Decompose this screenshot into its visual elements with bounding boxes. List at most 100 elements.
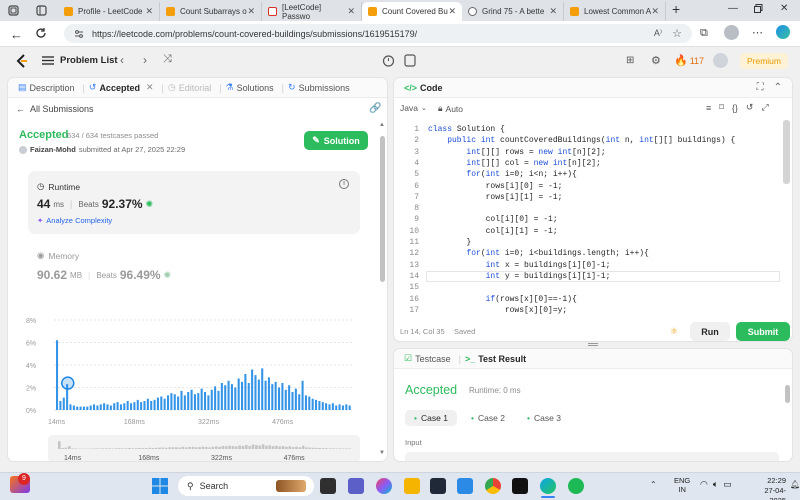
tray-overflow-icon[interactable]: ⌃ — [650, 480, 657, 489]
profile-avatar[interactable] — [724, 25, 739, 40]
read-aloud-icon[interactable]: A⁾ — [654, 28, 662, 39]
spotify-icon[interactable] — [568, 478, 584, 494]
format-icon[interactable]: ≡ — [706, 103, 711, 113]
new-tab-icon[interactable]: + — [672, 1, 680, 17]
notes-icon[interactable] — [404, 54, 416, 67]
close-tab-icon[interactable]: ✕ — [247, 6, 255, 17]
case-2-tab[interactable]: • Case 2 — [462, 410, 514, 426]
tab-accepted[interactable]: ↺ Accepted ✕ — [89, 82, 154, 93]
language-indicator[interactable]: ENG IN — [674, 476, 690, 494]
scroll-up-icon[interactable]: ▲ — [379, 122, 385, 128]
settings-gear-icon[interactable]: ⚙ — [651, 54, 661, 67]
taskbar-search[interactable]: ⚲ Search — [178, 476, 314, 496]
tab-actions-icon[interactable] — [8, 5, 19, 16]
submission-user[interactable]: Faizan-Mohd — [30, 145, 76, 154]
debugger-icon[interactable]: ⚛ — [670, 326, 678, 337]
system-tray[interactable]: ◠ 🔈︎ ▭ — [700, 479, 732, 490]
close-tab-icon[interactable]: ✕ — [448, 6, 456, 17]
share-link-icon[interactable]: 🔗 — [369, 103, 381, 114]
back-icon[interactable]: ← — [10, 27, 23, 42]
favorite-star-icon[interactable]: ☆ — [672, 27, 682, 40]
tab-test-result[interactable]: >_ Test Result — [465, 354, 526, 364]
browser-tab[interactable]: [LeetCode] Passwo ✕ — [262, 2, 362, 21]
prev-problem-icon[interactable]: ‹ — [120, 53, 124, 67]
minimize-icon[interactable]: — — [728, 3, 738, 14]
file-explorer-icon[interactable] — [404, 478, 420, 494]
shuffle-icon[interactable]: ⤨ — [163, 53, 172, 66]
close-tab-icon[interactable]: ✕ — [549, 6, 557, 17]
browser-menu-icon[interactable]: ⋯ — [752, 26, 763, 39]
analyze-complexity-link[interactable]: ✦ Analyze Complexity — [37, 216, 112, 225]
vscode-icon[interactable] — [457, 478, 473, 494]
close-window-icon[interactable]: ✕ — [780, 3, 788, 14]
close-tab-icon[interactable]: ✕ — [146, 82, 154, 93]
restore-icon[interactable] — [754, 4, 763, 13]
browser-tab[interactable]: Grind 75 - A bette ✕ — [462, 2, 564, 21]
code-tab[interactable]: </> Code — [404, 83, 443, 93]
panel-resize-handle[interactable] — [588, 343, 598, 346]
result-scrollbar[interactable] — [785, 385, 790, 403]
browser-tab-active[interactable]: Count Covered Bu ✕ — [362, 2, 462, 21]
streak-counter[interactable]: 🔥 117 — [674, 54, 704, 67]
clock[interactable]: 22:29 27-04-2025 — [752, 476, 786, 500]
edge-icon[interactable] — [540, 478, 556, 494]
refresh-icon[interactable] — [35, 27, 47, 39]
problem-list-link[interactable]: Problem List — [60, 55, 118, 66]
auto-mode-toggle[interactable]: 🔒︎ Auto — [438, 103, 463, 114]
close-tab-icon[interactable]: ✕ — [651, 6, 659, 17]
notifications-icon[interactable]: 🔔︎ — [790, 480, 800, 489]
premium-button[interactable]: Premium — [740, 53, 788, 69]
vertical-tabs-icon[interactable] — [36, 5, 47, 16]
user-avatar[interactable] — [713, 53, 728, 68]
input-box[interactable] — [405, 452, 779, 461]
layout-grid-icon[interactable]: ⊞ — [626, 55, 634, 66]
scroll-down-icon[interactable]: ▼ — [379, 450, 385, 456]
close-tab-icon[interactable]: ✕ — [145, 6, 153, 17]
browser-tab[interactable]: Profile - LeetCode ✕ — [58, 2, 160, 21]
intellij-icon[interactable] — [512, 478, 528, 494]
solution-button[interactable]: ✎ Solution — [304, 131, 368, 150]
tab-description[interactable]: ▤ Description — [18, 82, 75, 93]
scrollbar-thumb[interactable] — [380, 136, 385, 282]
runtime-card[interactable]: ◷ Runtime i 44 ms | Beats 92.37% ✺ ✦ Ana… — [28, 171, 360, 234]
code-editor[interactable]: 1 class Solution {2 public int countCover… — [394, 124, 782, 315]
browser-tab[interactable]: Count Subarrays o ✕ — [160, 2, 262, 21]
chart-range-selector[interactable]: 14ms 168ms 322ms 476ms — [48, 435, 360, 461]
browser-tab[interactable]: Lowest Common A ✕ — [564, 2, 666, 21]
fullscreen-icon[interactable]: ⤢ — [761, 102, 768, 113]
submit-button[interactable]: Submit — [736, 322, 790, 341]
timer-icon[interactable] — [382, 54, 395, 67]
case-1-tab[interactable]: • Case 1 — [405, 410, 457, 426]
close-tab-icon[interactable]: ✕ — [347, 6, 355, 17]
leetcode-logo[interactable] — [16, 54, 28, 68]
tab-testcase[interactable]: ☑ Testcase — [404, 353, 451, 364]
braces-icon[interactable]: {} — [732, 103, 738, 113]
terminal-app-icon[interactable] — [430, 478, 446, 494]
runtime-distribution-chart[interactable]: 8% 6% 4% 2% 0% 14ms 168ms 322ms 476ms — [24, 312, 360, 428]
copilot-icon[interactable] — [776, 25, 790, 39]
copilot-app-icon[interactable] — [376, 478, 392, 494]
windows-start-icon[interactable] — [152, 478, 168, 494]
task-view-icon[interactable] — [320, 478, 336, 494]
run-button[interactable]: Run — [690, 322, 730, 341]
tab-editorial[interactable]: ◷ Editorial — [168, 82, 211, 93]
teams-icon[interactable] — [348, 478, 364, 494]
reset-icon[interactable]: ↺ — [746, 102, 754, 113]
problem-list-icon[interactable] — [42, 55, 54, 66]
tab-submissions[interactable]: ↻ Submissions — [288, 82, 350, 93]
tab-solutions[interactable]: ⚗ Solutions — [226, 82, 274, 93]
case-3-tab[interactable]: • Case 3 — [518, 410, 570, 426]
maximize-icon[interactable]: ⛶ — [757, 82, 764, 93]
memory-header[interactable]: ◉ Memory — [37, 250, 79, 261]
collapse-icon[interactable]: ⌃ — [774, 82, 782, 93]
info-icon[interactable]: i — [339, 179, 349, 189]
editor-scrollbar[interactable] — [783, 120, 790, 184]
all-submissions-link[interactable]: ← All Submissions — [16, 104, 94, 114]
split-screen-icon[interactable]: ⧉ — [700, 27, 708, 40]
bookmark-icon[interactable]: ⌑ — [719, 102, 724, 113]
language-selector[interactable]: Java ⌄ — [400, 103, 427, 113]
next-problem-icon[interactable]: › — [143, 53, 147, 67]
chrome-icon[interactable] — [485, 478, 501, 494]
site-info-icon[interactable] — [74, 29, 84, 39]
url-bar[interactable]: https://leetcode.com/problems/count-cove… — [64, 24, 692, 43]
